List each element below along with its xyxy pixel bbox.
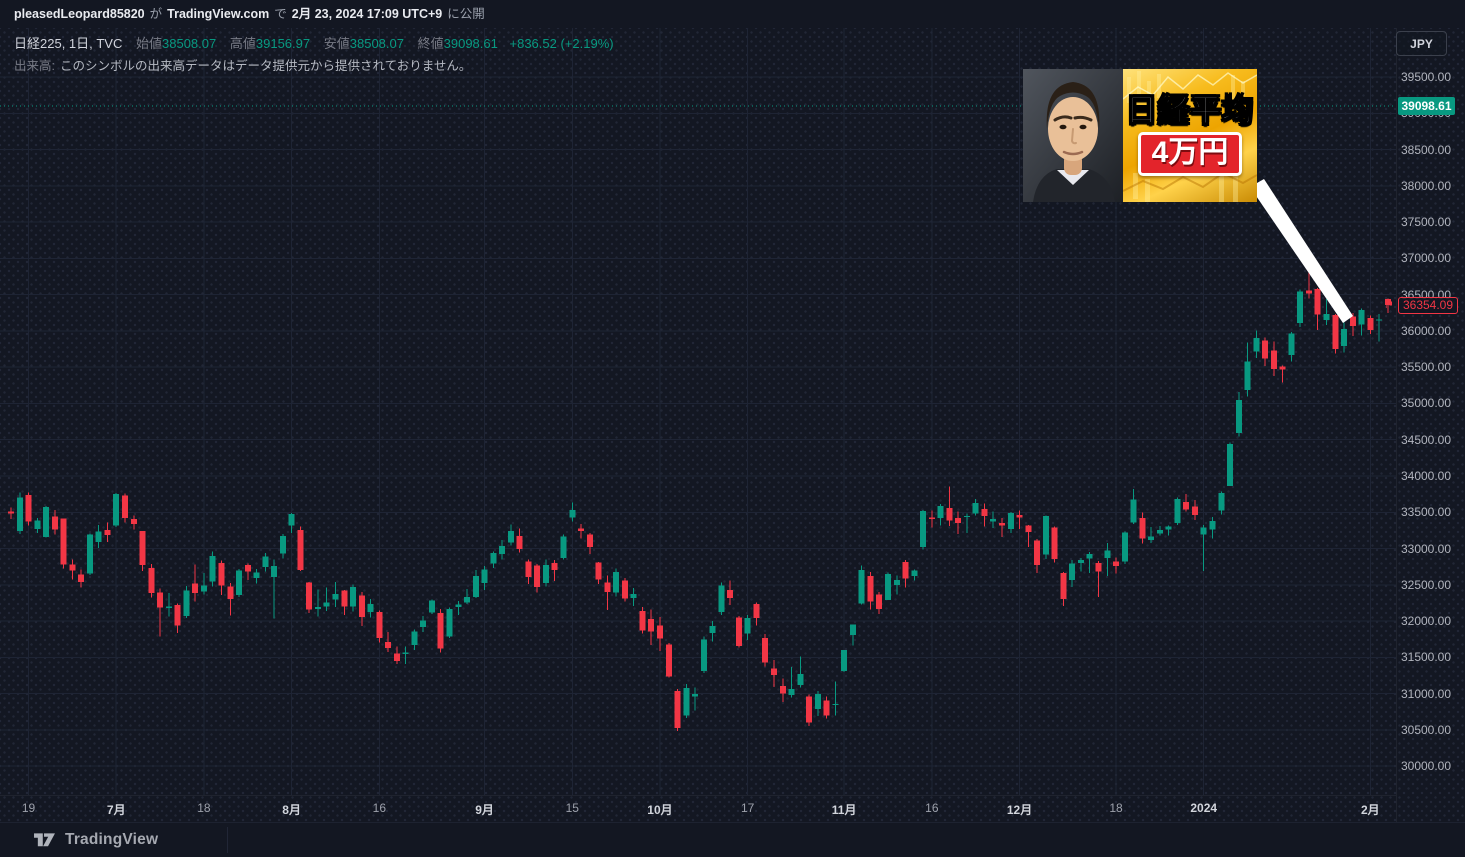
time-axis-label: 7月 — [107, 801, 126, 818]
price-axis-label: 32500.00 — [1397, 578, 1455, 592]
alert-flag-icon[interactable]: ⚑ — [1384, 298, 1396, 311]
alert-price-badge[interactable]: 36354.09 — [1398, 297, 1458, 314]
tradingview-published-chart: pleasedLeopard85820 が TradingView.com で 2月 2… — [0, 0, 1465, 857]
publish-particle: が — [150, 7, 163, 21]
price-axis-label: 34500.00 — [1397, 433, 1455, 447]
thumbnail-face-photo — [1023, 69, 1123, 202]
time-axis-label: 18 — [1109, 801, 1122, 815]
tradingview-brand-link[interactable]: TradingView — [33, 830, 158, 850]
time-axis-label: 16 — [373, 801, 386, 815]
price-axis-label: 31500.00 — [1397, 650, 1455, 664]
publish-particle: に公開 — [447, 7, 485, 21]
change-percent: (+2.19%) — [560, 36, 613, 51]
tradingview-logo-icon — [33, 830, 56, 850]
high-label: 高値 — [230, 36, 256, 51]
open-label: 始値 — [136, 36, 162, 51]
time-axis-label: 12月 — [1007, 801, 1032, 818]
price-axis-label: 38500.00 — [1397, 143, 1455, 157]
volume-label: 出来高: — [14, 59, 55, 73]
thumbnail-price-callout: 4万円 — [1138, 132, 1243, 177]
ohlc-row: 日経225, 1日, TVC 始値38508.07 高値39156.97 安値3… — [14, 33, 614, 52]
time-axis-label: 15 — [566, 801, 579, 815]
symbol-legend: 日経225, 1日, TVC 始値38508.07 高値39156.97 安値3… — [14, 33, 614, 74]
publisher-username[interactable]: pleasedLeopard85820 — [14, 7, 145, 21]
current-price-badge: 39098.61 — [1398, 97, 1455, 115]
time-axis-label: 2024 — [1190, 801, 1217, 815]
tradingview-brand-text: TradingView — [65, 831, 158, 849]
price-axis-label: 36000.00 — [1397, 324, 1455, 338]
time-axis-label: 11月 — [832, 801, 857, 818]
time-axis-label: 8月 — [282, 801, 301, 818]
time-axis-label: 17 — [741, 801, 754, 815]
time-axis-label: 2月 — [1361, 801, 1380, 818]
price-axis-label: 30000.00 — [1397, 759, 1455, 773]
publish-datetime: 2月 23, 2024 17:09 UTC+9 — [292, 7, 442, 21]
footer-divider — [227, 827, 228, 853]
close-label: 終値 — [418, 36, 444, 51]
volume-row: 出来高: このシンボルの出来高データはデータ提供元から提供されておりません。 — [14, 55, 614, 74]
price-axis-label: 31000.00 — [1397, 687, 1455, 701]
low-value: 38508.07 — [350, 36, 404, 51]
site-link[interactable]: TradingView.com — [167, 7, 269, 21]
time-axis-label: 19 — [22, 801, 35, 815]
face-illustration — [1023, 69, 1123, 202]
low-label: 安値 — [324, 36, 350, 51]
price-axis[interactable]: 39098.61 ⚑ 36354.09 30000.0030500.003100… — [1396, 28, 1465, 822]
price-axis-label: 33000.00 — [1397, 542, 1455, 556]
time-axis-label: 16 — [925, 801, 938, 815]
footer-bar: TradingView — [0, 822, 1465, 857]
price-axis-label: 38000.00 — [1397, 179, 1455, 193]
symbol-title[interactable]: 日経225, 1日, TVC — [14, 36, 122, 51]
price-axis-label: 35500.00 — [1397, 360, 1455, 374]
time-axis-label: 18 — [197, 801, 210, 815]
price-axis-label: 32000.00 — [1397, 614, 1455, 628]
video-thumbnail-overlay: 日経平均 4万円 — [1023, 69, 1257, 202]
price-axis-label: 33500.00 — [1397, 505, 1455, 519]
publish-particle: で — [274, 7, 287, 21]
volume-message: このシンボルの出来高データはデータ提供元から提供されておりません。 — [60, 59, 471, 73]
publish-bar: pleasedLeopard85820 が TradingView.com で 2月 2… — [0, 0, 1465, 28]
price-axis-label: 37000.00 — [1397, 251, 1455, 265]
change-value: +836.52 — [510, 36, 557, 51]
price-axis-label: 35000.00 — [1397, 396, 1455, 410]
thumbnail-gold-panel: 日経平均 4万円 — [1123, 69, 1257, 202]
close-value: 39098.61 — [444, 36, 498, 51]
time-axis[interactable]: 19 7月 18 8月 16 9月 15 10月 17 11月 16 12月 18 2024 2月 — [0, 795, 1396, 823]
currency-button[interactable]: JPY — [1396, 31, 1447, 56]
open-value: 38508.07 — [162, 36, 216, 51]
price-axis-label: 39500.00 — [1397, 70, 1455, 84]
price-axis-label: 30500.00 — [1397, 723, 1455, 737]
high-value: 39156.97 — [256, 36, 310, 51]
time-axis-label: 9月 — [475, 801, 494, 818]
price-axis-label: 34000.00 — [1397, 469, 1455, 483]
price-axis-label: 37500.00 — [1397, 215, 1455, 229]
time-axis-label: 10月 — [647, 801, 672, 818]
thumbnail-title: 日経平均 — [1126, 95, 1254, 126]
